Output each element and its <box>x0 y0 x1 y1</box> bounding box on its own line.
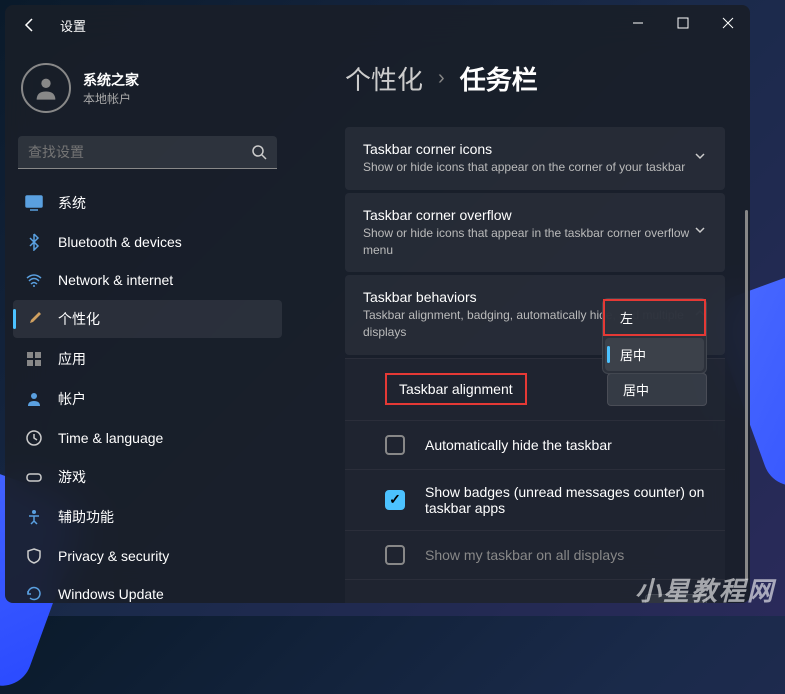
card-title: Taskbar corner icons <box>363 141 693 157</box>
brush-icon <box>25 310 43 328</box>
sidebar-item-personalization[interactable]: 个性化 <box>13 300 282 338</box>
nav-label: 应用 <box>58 349 86 369</box>
chevron-down-icon <box>693 149 707 168</box>
sidebar-item-accounts[interactable]: 帐户 <box>13 380 282 418</box>
nav-label: 个性化 <box>58 309 100 329</box>
chevron-down-icon <box>693 223 707 242</box>
gamepad-icon <box>25 468 43 486</box>
auto-hide-checkbox[interactable] <box>385 435 405 455</box>
badges-label: Show badges (unread messages counter) on… <box>425 484 707 516</box>
apps-icon <box>25 350 43 368</box>
nav-label: 辅助功能 <box>58 507 114 527</box>
main-content: 个性化 › 任务栏 Taskbar corner icons Show or h… <box>290 45 750 603</box>
sidebar-item-gaming[interactable]: 游戏 <box>13 458 282 496</box>
alignment-dropdown-list: 左 居中 <box>602 298 707 374</box>
search-input[interactable] <box>28 144 251 160</box>
alignment-label: Taskbar alignment <box>385 373 527 405</box>
nav-label: 游戏 <box>58 467 86 487</box>
card-corner-overflow[interactable]: Taskbar corner overflow Show or hide ico… <box>345 193 725 273</box>
nav-label: Bluetooth & devices <box>58 234 182 250</box>
row-multi-displays: When using multiple displays, show my 所有… <box>345 579 725 603</box>
close-button[interactable] <box>705 5 750 40</box>
sidebar-item-bluetooth[interactable]: Bluetooth & devices <box>13 224 282 260</box>
maximize-button[interactable] <box>660 5 705 40</box>
dropdown-option-center[interactable]: 居中 <box>605 338 704 371</box>
clock-icon <box>25 429 43 447</box>
behaviors-section: Taskbar alignment 左 居中 居中 Automatical <box>345 358 725 603</box>
dropdown-option-left[interactable]: 左 <box>603 299 706 336</box>
sidebar: 系统之家 本地帐户 系统 Bluetooth & devices Network… <box>5 45 290 603</box>
nav-label: Privacy & security <box>58 548 169 564</box>
accessibility-icon <box>25 508 43 526</box>
window-controls <box>615 5 750 40</box>
nav-label: 帐户 <box>58 389 86 409</box>
bluetooth-icon <box>25 233 43 251</box>
sidebar-item-network[interactable]: Network & internet <box>13 262 282 298</box>
auto-hide-label: Automatically hide the taskbar <box>425 437 707 453</box>
card-subtitle: Show or hide icons that appear in the ta… <box>363 225 693 259</box>
wifi-icon <box>25 271 43 289</box>
scrollbar[interactable] <box>745 210 748 580</box>
sidebar-item-time[interactable]: Time & language <box>13 420 282 456</box>
row-alignment: Taskbar alignment 左 居中 居中 <box>345 358 725 420</box>
row-all-displays[interactable]: Show my taskbar on all displays <box>345 530 725 579</box>
window-title: 设置 <box>60 16 86 35</box>
user-profile[interactable]: 系统之家 本地帐户 <box>13 55 282 121</box>
badges-checkbox[interactable] <box>385 490 405 510</box>
minimize-button[interactable] <box>615 5 660 40</box>
breadcrumb-parent[interactable]: 个性化 <box>345 60 423 97</box>
nav-label: Network & internet <box>58 272 173 288</box>
nav-list: 系统 Bluetooth & devices Network & interne… <box>13 184 282 603</box>
person-icon <box>25 390 43 408</box>
chevron-right-icon: › <box>438 67 445 90</box>
card-title: Taskbar corner overflow <box>363 207 693 223</box>
search-icon <box>251 144 267 160</box>
avatar-icon <box>21 63 71 113</box>
multi-dropdown[interactable]: 所有任 <box>645 594 707 603</box>
sidebar-item-accessibility[interactable]: 辅助功能 <box>13 498 282 536</box>
update-icon <box>25 585 43 603</box>
all-displays-checkbox[interactable] <box>385 545 405 565</box>
user-account-type: 本地帐户 <box>83 90 139 107</box>
nav-label: Windows Update <box>58 586 164 602</box>
all-displays-label: Show my taskbar on all displays <box>425 547 707 563</box>
titlebar: 设置 <box>5 5 750 45</box>
sidebar-item-update[interactable]: Windows Update <box>13 576 282 603</box>
card-subtitle: Show or hide icons that appear on the co… <box>363 159 693 176</box>
nav-label: 系统 <box>58 193 86 213</box>
breadcrumb: 个性化 › 任务栏 <box>345 60 725 97</box>
card-corner-icons[interactable]: Taskbar corner icons Show or hide icons … <box>345 127 725 190</box>
search-box[interactable] <box>18 136 277 169</box>
sidebar-item-system[interactable]: 系统 <box>13 184 282 222</box>
monitor-icon <box>25 194 43 212</box>
shield-icon <box>25 547 43 565</box>
nav-label: Time & language <box>58 430 163 446</box>
sidebar-item-privacy[interactable]: Privacy & security <box>13 538 282 574</box>
user-name: 系统之家 <box>83 70 139 90</box>
row-auto-hide[interactable]: Automatically hide the taskbar <box>345 420 725 469</box>
alignment-dropdown[interactable]: 居中 <box>607 373 707 406</box>
back-button[interactable] <box>15 10 45 40</box>
settings-window: 设置 系统之家 本地帐户 系统 Blu <box>5 5 750 603</box>
breadcrumb-current: 任务栏 <box>460 60 538 97</box>
row-badges[interactable]: Show badges (unread messages counter) on… <box>345 469 725 530</box>
sidebar-item-apps[interactable]: 应用 <box>13 340 282 378</box>
multi-label: When using multiple displays, show my <box>405 600 645 603</box>
